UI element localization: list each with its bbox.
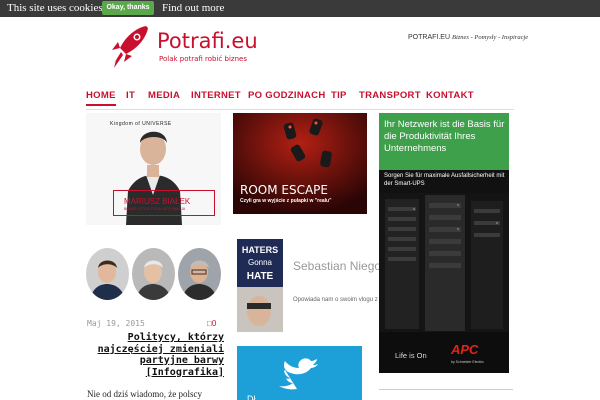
vlog-image[interactable]: HATERS Gonna HATE xyxy=(237,239,283,332)
apc-brand: APC xyxy=(450,342,479,356)
post-thumbnail[interactable] xyxy=(86,248,221,300)
profile-caption: BIZNES, STYLE ŻYCIA, MOTYWACJA xyxy=(124,207,186,211)
twitter-card-text: Dł xyxy=(247,394,256,400)
cookie-message: This site uses cookies xyxy=(7,2,103,14)
politician-photo xyxy=(132,248,175,300)
nav-item-internet[interactable]: INTERNET xyxy=(191,90,241,101)
profile-brand-label: Kingdom of UNIVERSE xyxy=(110,121,172,127)
post-date: Maj 19, 2015 xyxy=(87,319,145,328)
ad-headline: Ihr Netzwerk ist die Basis für die Produ… xyxy=(384,119,505,154)
cookie-find-out-more-link[interactable]: Find out more xyxy=(162,2,224,14)
header-slogan-text: Biznes - Pomysły - Inspiracje xyxy=(451,34,529,41)
twitter-bird-icon xyxy=(279,358,318,390)
nav-item-media[interactable]: MEDIA xyxy=(148,90,180,101)
apc-logo-icon: APC xyxy=(449,342,493,356)
nav-item-tip[interactable]: TIP xyxy=(331,90,347,101)
profile-name: MARIUSZ BIAŁEK xyxy=(124,197,191,206)
ad-subtext: Sorgen Sie für maximale Ausfallsicherhei… xyxy=(384,173,505,187)
server-racks-image xyxy=(379,193,509,333)
site-logo-title[interactable]: Potrafi.eu xyxy=(157,29,258,53)
cookie-accept-button[interactable]: Okay, thanks xyxy=(102,1,154,15)
post-excerpt: Nie od dziś wiadomo, że polscy xyxy=(87,389,202,399)
room-escape-title: ROOM ESCAPE xyxy=(240,183,329,197)
haters-badge-line2: Gonna xyxy=(248,258,273,267)
nav-item-kontakt[interactable]: KONTAKT xyxy=(426,90,474,101)
nav-item-po-godzinach[interactable]: PO GODZINACH xyxy=(248,90,326,101)
profile-banner[interactable]: Kingdom of UNIVERSE MARIUSZ BIAŁEK BIZNE… xyxy=(86,113,221,225)
comment-count-value: 0 xyxy=(211,319,217,328)
politician-photo xyxy=(86,248,129,300)
header-site-name: POTRAFI.EU xyxy=(408,34,451,41)
ad-schneider-label: by Schneider Electric xyxy=(451,360,484,364)
room-escape-subtitle: Czyli gra w wyjście z pułapki w "realu" xyxy=(240,198,332,204)
politician-photo xyxy=(178,248,221,300)
haters-badge-line3: HATE xyxy=(247,271,274,282)
header-slogan: POTRAFI.EU Biznes - Pomysły - Inspiracje xyxy=(408,34,528,41)
nav-item-it[interactable]: IT xyxy=(126,90,135,101)
site-tagline: Polak potrafi robić biznes xyxy=(159,55,247,63)
room-escape-card[interactable]: ROOM ESCAPE Czyli gra w wyjście z pułapk… xyxy=(233,113,367,214)
rocket-logo-icon[interactable] xyxy=(106,24,150,72)
post-title-link[interactable]: Politycy, którzy najczęściej zmieniali p… xyxy=(86,332,224,378)
vlog-description: Opowiada nam o swoim vlogu z USA xyxy=(293,297,392,303)
cookie-bar: This site uses cookies Okay, thanks Find… xyxy=(0,0,600,17)
nav-divider xyxy=(86,109,514,110)
comment-count[interactable]: □0 xyxy=(207,319,216,328)
sidebar-divider xyxy=(379,389,513,390)
nav-item-transport[interactable]: TRANSPORT xyxy=(359,90,421,101)
advertisement-banner[interactable]: Ihr Netzwerk ist die Basis für die Produ… xyxy=(379,113,509,373)
twitter-card[interactable]: Dł xyxy=(237,346,362,400)
haters-badge-line1: HATERS xyxy=(242,245,278,255)
nav-item-home[interactable]: HOME xyxy=(86,90,116,106)
ad-life-is-on: Life is On xyxy=(395,351,427,360)
